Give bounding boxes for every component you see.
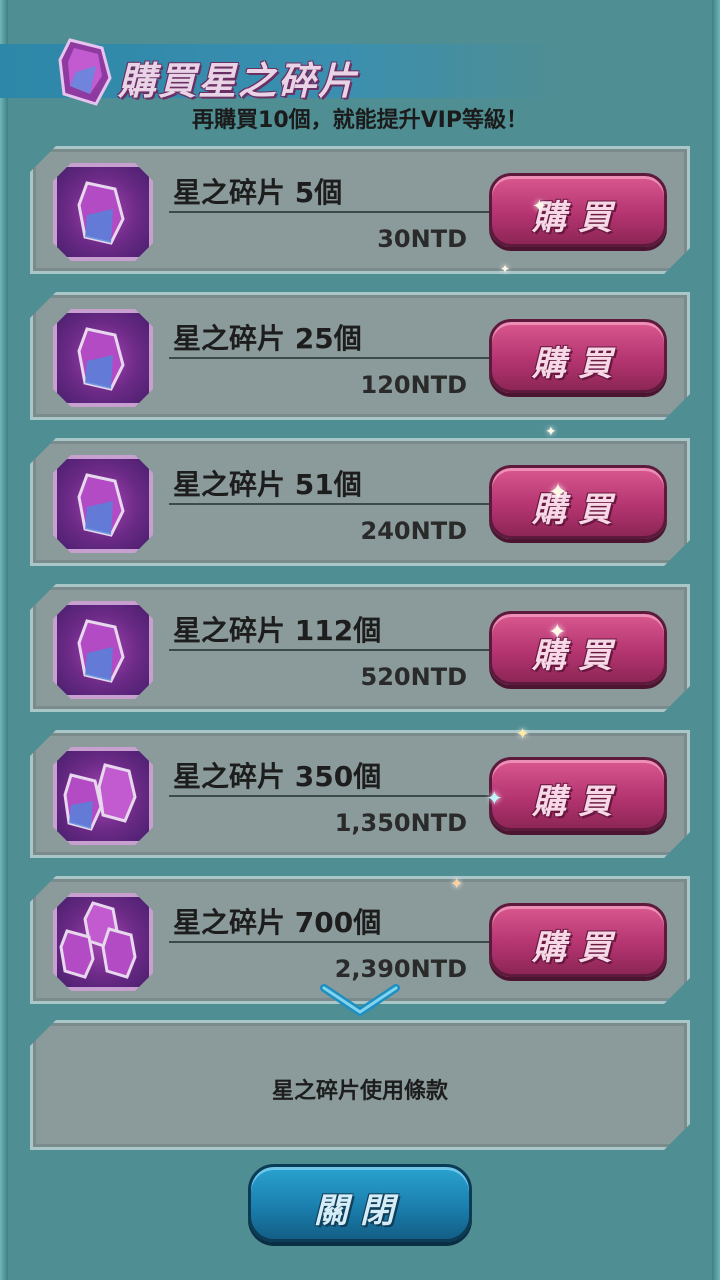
- item-price: 520NTD: [360, 663, 467, 691]
- sparkle-icon: ✦: [486, 786, 503, 810]
- purchase-item: 星之碎片 350個 1,350NTD 購買: [30, 730, 690, 858]
- sparkle-icon: ✦: [500, 262, 511, 276]
- crystal-pair-icon: [53, 747, 153, 845]
- frame-edge-right: [712, 0, 720, 1280]
- buy-button-label: 購買: [532, 344, 624, 384]
- item-name: 星之碎片 25個: [173, 322, 362, 355]
- item-name: 星之碎片 51個: [173, 468, 362, 501]
- sparkle-icon: ✦: [516, 724, 530, 743]
- frame-edge-left: [0, 0, 8, 1280]
- item-price: 120NTD: [360, 371, 467, 399]
- divider: [169, 357, 499, 359]
- purchase-item: 星之碎片 5個 30NTD 購買: [30, 146, 690, 274]
- sparkle-icon: ✦: [545, 424, 557, 440]
- buy-button-label: 購買: [532, 198, 624, 238]
- divider: [169, 795, 499, 797]
- vip-progress-text: 再購買10個，就能提升VIP等級！: [192, 108, 528, 133]
- purchase-item: 星之碎片 25個 120NTD 購買: [30, 292, 690, 420]
- buy-button-label: 購買: [532, 928, 624, 968]
- close-button[interactable]: 關閉: [248, 1164, 472, 1242]
- crystal-icon: [53, 309, 153, 407]
- page-title: 購買星之碎片: [118, 59, 359, 103]
- buy-button[interactable]: 購買: [489, 903, 667, 977]
- sparkle-icon: ✦: [450, 874, 464, 893]
- divider: [169, 941, 499, 943]
- buy-button-label: 購買: [532, 490, 624, 530]
- crystal-icon: [53, 455, 153, 553]
- terms-label: 星之碎片使用條款: [271, 1079, 448, 1104]
- buy-button-label: 購買: [532, 782, 624, 822]
- divider: [169, 649, 499, 651]
- close-button-label: 關閉: [314, 1191, 406, 1231]
- sparkle-icon: ✦: [548, 478, 569, 506]
- crystal-icon: [53, 163, 153, 261]
- terms-link[interactable]: 星之碎片使用條款: [30, 1020, 690, 1150]
- item-name: 星之碎片 112個: [173, 614, 382, 647]
- buy-button[interactable]: 購買: [489, 757, 667, 831]
- item-price: 30NTD: [377, 225, 467, 253]
- divider: [169, 211, 499, 213]
- sparkle-icon: ✦: [532, 196, 548, 217]
- buy-button[interactable]: 購買: [489, 173, 667, 247]
- item-name: 星之碎片 350個: [173, 760, 382, 793]
- buy-button[interactable]: 購買: [489, 465, 667, 539]
- purchase-item: 星之碎片 51個 240NTD 購買: [30, 438, 690, 566]
- scroll-down-chevron-icon[interactable]: [318, 982, 402, 1022]
- divider: [169, 503, 499, 505]
- item-name: 星之碎片 5個: [173, 176, 343, 209]
- crystal-icon: [53, 601, 153, 699]
- crystal-trio-icon: [53, 893, 153, 991]
- item-price: 2,390NTD: [334, 955, 467, 983]
- purchase-item: 星之碎片 112個 520NTD 購買: [30, 584, 690, 712]
- item-price: 240NTD: [360, 517, 467, 545]
- buy-button[interactable]: 購買: [489, 611, 667, 685]
- sparkle-icon: ✦: [548, 620, 567, 645]
- crystal-icon: [56, 36, 114, 108]
- item-price: 1,350NTD: [334, 809, 467, 837]
- item-name: 星之碎片 700個: [173, 906, 382, 939]
- buy-button-label: 購買: [532, 636, 624, 676]
- buy-button[interactable]: 購買: [489, 319, 667, 393]
